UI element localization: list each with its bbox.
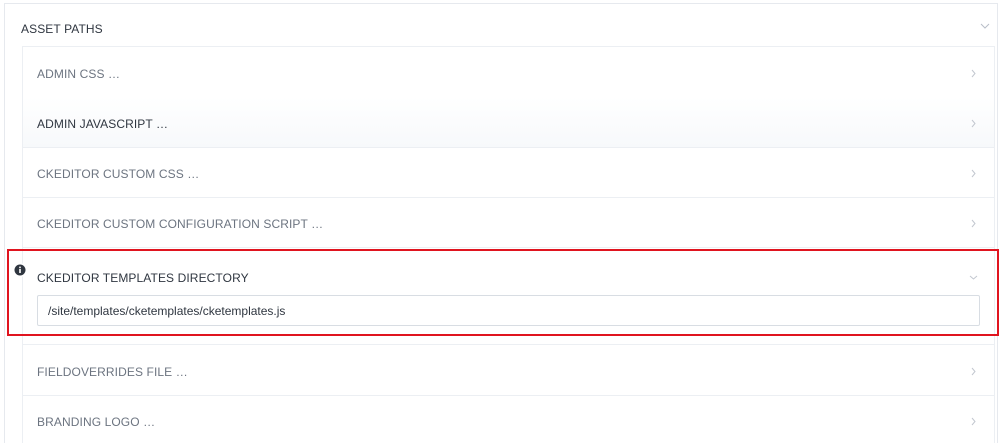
row-label: CKEDITOR TEMPLATES DIRECTORY bbox=[37, 271, 249, 285]
row-fieldoverrides-file[interactable]: FIELDOVERRIDES FILE … bbox=[23, 345, 994, 396]
chevron-right-icon bbox=[968, 117, 978, 129]
chevron-down-icon[interactable] bbox=[977, 18, 993, 34]
chevron-right-icon bbox=[968, 167, 978, 179]
row-label: ADMIN CSS … bbox=[37, 67, 121, 81]
chevron-right-icon bbox=[968, 365, 978, 377]
chevron-right-icon bbox=[968, 67, 978, 79]
chevron-right-icon bbox=[968, 217, 978, 229]
row-label: CKEDITOR CUSTOM CSS … bbox=[37, 167, 200, 181]
row-label: CKEDITOR CUSTOM CONFIGURATION SCRIPT … bbox=[37, 217, 324, 231]
chevron-right-icon bbox=[968, 415, 978, 427]
asset-paths-header[interactable]: ASSET PATHS bbox=[5, 4, 997, 48]
asset-paths-list: ADMIN CSS … ADMIN JAVASCRIPT … CKEDITOR … bbox=[22, 46, 995, 443]
row-ckeditor-custom-css[interactable]: CKEDITOR CUSTOM CSS … bbox=[23, 147, 994, 198]
row-admin-css[interactable]: ADMIN CSS … bbox=[23, 47, 994, 98]
asset-paths-panel: ASSET PATHS ADMIN CSS … ADMIN JAVASCRIPT… bbox=[4, 3, 998, 443]
row-label: ADMIN JAVASCRIPT … bbox=[37, 117, 169, 131]
row-ckeditor-templates-directory[interactable]: CKEDITOR TEMPLATES DIRECTORY bbox=[23, 247, 994, 345]
info-icon[interactable] bbox=[13, 263, 27, 277]
chevron-down-icon[interactable] bbox=[968, 271, 978, 283]
row-branding-logo[interactable]: BRANDING LOGO … bbox=[23, 395, 994, 443]
row-admin-javascript[interactable]: ADMIN JAVASCRIPT … bbox=[23, 97, 994, 148]
row-label: FIELDOVERRIDES FILE … bbox=[37, 365, 188, 379]
section-title: ASSET PATHS bbox=[21, 22, 103, 36]
row-label: BRANDING LOGO … bbox=[37, 415, 156, 429]
templates-directory-input[interactable] bbox=[37, 295, 980, 326]
row-ckeditor-custom-config[interactable]: CKEDITOR CUSTOM CONFIGURATION SCRIPT … bbox=[23, 197, 994, 248]
